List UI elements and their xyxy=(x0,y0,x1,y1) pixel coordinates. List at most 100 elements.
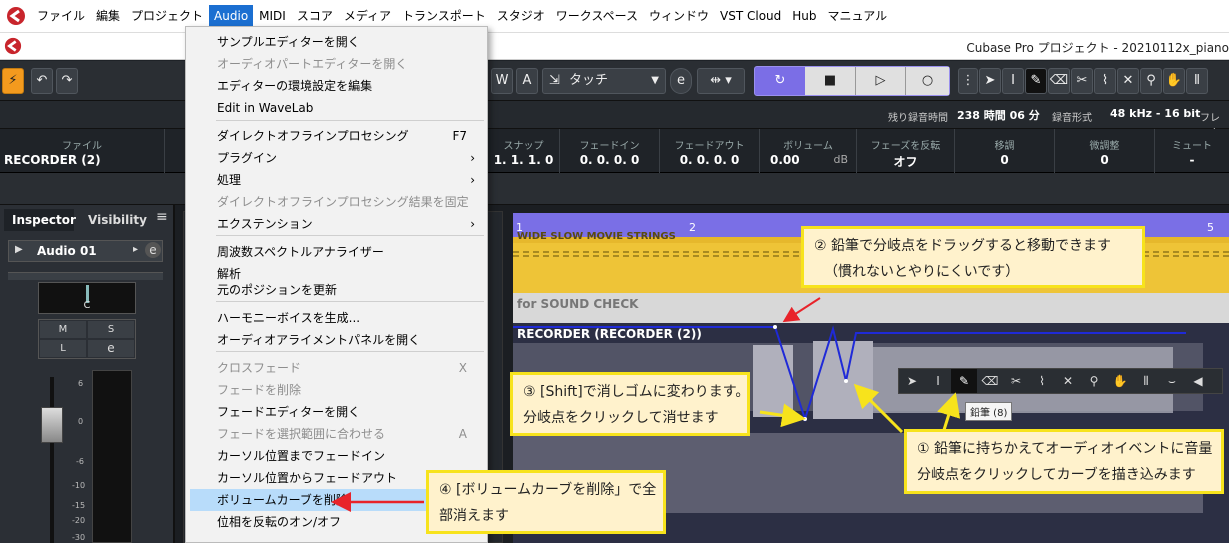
menu-vst-cloud[interactable]: VST Cloud xyxy=(715,5,786,27)
pencil-tool-icon[interactable]: ✎ xyxy=(951,369,977,393)
menu-file[interactable]: ファイル xyxy=(32,5,90,27)
read-automation-button[interactable]: A xyxy=(516,68,538,94)
split-tool-icon[interactable]: ✂ xyxy=(1003,369,1029,393)
info-fine-tune[interactable]: 微調整 0 xyxy=(1055,129,1155,173)
track-event-label: for SOUND CHECK xyxy=(517,297,639,311)
transpose-value: 0 xyxy=(1000,153,1009,167)
fadeout-value: 0. 0. 0. 0 xyxy=(679,153,740,167)
scale-label: 6 xyxy=(78,379,84,388)
redo-button[interactable]: ↷ xyxy=(56,68,78,94)
hand-tool-icon[interactable]: ✋ xyxy=(1163,68,1185,94)
timewarp-tool-icon[interactable]: ⫴ xyxy=(1186,68,1208,94)
msle-group: M S L e xyxy=(38,319,136,359)
menu-transport[interactable]: トランスポート xyxy=(397,5,491,27)
menu-audio[interactable]: Audio xyxy=(209,5,254,27)
record-button[interactable]: ○ xyxy=(905,67,949,95)
tab-inspector[interactable]: Inspector xyxy=(4,209,76,231)
eraser-tool-icon[interactable]: ⌫ xyxy=(1048,68,1070,94)
menu-item-label: ボリュームカーブを削除 xyxy=(217,493,348,507)
menu-item[interactable]: プラグイン › xyxy=(186,147,487,169)
menu-item[interactable]: カーソル位置までフェードイン xyxy=(186,445,487,467)
undo-button[interactable]: ↶ xyxy=(31,68,53,94)
menu-item[interactable]: Edit in WaveLab xyxy=(186,97,487,119)
menu-item[interactable]: 元のポジションを更新 xyxy=(186,279,487,301)
object-select-tool-icon[interactable]: ⋮ xyxy=(958,68,978,94)
menu-icon[interactable]: ≡ xyxy=(156,209,168,225)
info-fadein[interactable]: フェードイン 0. 0. 0. 0 xyxy=(560,129,660,173)
menu-score[interactable]: スコア xyxy=(292,5,338,27)
track-name-field[interactable]: ▶ Audio 01 ▸ e xyxy=(8,240,163,262)
cycle-button[interactable]: ↻ xyxy=(755,67,805,95)
play-button[interactable]: ▷ xyxy=(855,67,905,95)
range-tool-icon[interactable]: I xyxy=(925,369,951,393)
timewarp-tool-icon[interactable]: ⫴ xyxy=(1133,369,1159,393)
menu-workspace[interactable]: ワークスペース xyxy=(551,5,643,27)
menu-hub[interactable]: Hub xyxy=(787,5,821,27)
menu-media[interactable]: メディア xyxy=(339,5,396,27)
menu-item[interactable]: 処理 › xyxy=(186,169,487,191)
mute-tool-icon[interactable]: ✕ xyxy=(1117,68,1139,94)
track-sound-check[interactable]: for SOUND CHECK xyxy=(513,293,1229,323)
pencil-tool-icon[interactable]: ✎ xyxy=(1025,68,1047,94)
menu-item[interactable]: サンプルエディターを開く xyxy=(186,31,487,53)
edit-button[interactable]: e xyxy=(88,340,134,357)
solo-button[interactable]: S xyxy=(88,321,134,338)
speaker-tool-icon[interactable]: ◀ xyxy=(1185,369,1211,393)
tab-visibility[interactable]: Visibility xyxy=(88,209,147,231)
menu-project[interactable]: プロジェクト xyxy=(126,5,208,27)
info-transpose[interactable]: 移調 0 xyxy=(955,129,1055,173)
split-tool-icon[interactable]: ✂ xyxy=(1071,68,1093,94)
menu-item[interactable]: 周波数スペクトルアナライザー xyxy=(186,241,487,263)
mute-tool-icon[interactable]: ✕ xyxy=(1055,369,1081,393)
nudge-select[interactable]: ⇹ ▾ xyxy=(697,68,745,94)
fader-scale: 6 0 -6 -10 -15 -20 -30 xyxy=(66,375,90,543)
zoom-tool-icon[interactable]: ⚲ xyxy=(1081,369,1107,393)
zoom-tool-icon[interactable]: ⚲ xyxy=(1140,68,1162,94)
stop-button[interactable]: ■ xyxy=(805,67,855,95)
mute-button[interactable]: M xyxy=(40,321,86,338)
menu-window[interactable]: ウィンドウ xyxy=(644,5,714,27)
menu-item: クロスフェード X xyxy=(186,357,487,379)
hand-tool-icon[interactable]: ✋ xyxy=(1107,369,1133,393)
menu-item[interactable]: フェードエディターを開く xyxy=(186,401,487,423)
menu-item-label: ハーモニーボイスを生成... xyxy=(217,311,361,325)
info-mute[interactable]: ミュート - xyxy=(1155,129,1229,173)
record-format-value[interactable]: 48 kHz - 16 bit xyxy=(1110,107,1200,120)
glue-tool-icon[interactable]: ⌇ xyxy=(1094,68,1116,94)
pan-control[interactable]: C xyxy=(38,282,136,314)
routing-row[interactable] xyxy=(8,272,163,280)
pointer-tool-icon[interactable]: ➤ xyxy=(899,369,925,393)
menu-item: フェードを選択範囲に合わせる A xyxy=(186,423,487,445)
menu-item[interactable]: エディターの環境設定を編集 xyxy=(186,75,487,97)
menu-separator xyxy=(216,301,484,302)
volume-fader[interactable] xyxy=(38,373,68,543)
fader-handle[interactable] xyxy=(41,407,63,443)
record-format-label: 録音形式 xyxy=(1052,113,1092,124)
menu-studio[interactable]: スタジオ xyxy=(492,5,550,27)
menu-item[interactable]: ハーモニーボイスを生成... xyxy=(186,307,487,329)
eraser-tool-icon[interactable]: ⌫ xyxy=(977,369,1003,393)
cubase-logo-icon[interactable] xyxy=(0,0,32,33)
menu-manual[interactable]: マニュアル xyxy=(823,5,893,27)
activate-project-button[interactable]: ⚡ xyxy=(2,68,24,94)
write-automation-button[interactable]: W xyxy=(491,68,513,94)
curve-tool-icon[interactable]: ⌣ xyxy=(1159,369,1185,393)
range-tool-icon[interactable]: I xyxy=(1002,68,1024,94)
menu-item[interactable]: ダイレクトオフラインプロセシング F7 xyxy=(186,125,487,147)
channel-edit-button[interactable]: e xyxy=(145,242,161,258)
menu-item[interactable]: エクステンション › xyxy=(186,213,487,235)
menu-edit[interactable]: 編集 xyxy=(91,5,125,27)
info-fadeout[interactable]: フェードアウト 0. 0. 0. 0 xyxy=(660,129,760,173)
info-snap[interactable]: スナップ 1. 1. 1. 0 xyxy=(488,129,560,173)
info-volume[interactable]: ボリューム 0.00 dB xyxy=(760,129,857,173)
e-button[interactable]: e xyxy=(670,68,692,94)
menu-midi[interactable]: MIDI xyxy=(254,5,291,27)
glue-tool-icon[interactable]: ⌇ xyxy=(1029,369,1055,393)
automation-mode-select[interactable]: タッチ ▼ ⇲ xyxy=(542,68,666,94)
info-phase[interactable]: フェーズを反転 オフ xyxy=(857,129,955,173)
listen-button[interactable]: L xyxy=(40,340,86,357)
info-file[interactable]: ファイル RECORDER (2) xyxy=(0,129,165,173)
menu-item[interactable]: オーディオアライメントパネルを開く xyxy=(186,329,487,351)
pointer-tool-icon[interactable]: ➤ xyxy=(979,68,1001,94)
menu-item-label: エディターの環境設定を編集 xyxy=(217,79,373,93)
